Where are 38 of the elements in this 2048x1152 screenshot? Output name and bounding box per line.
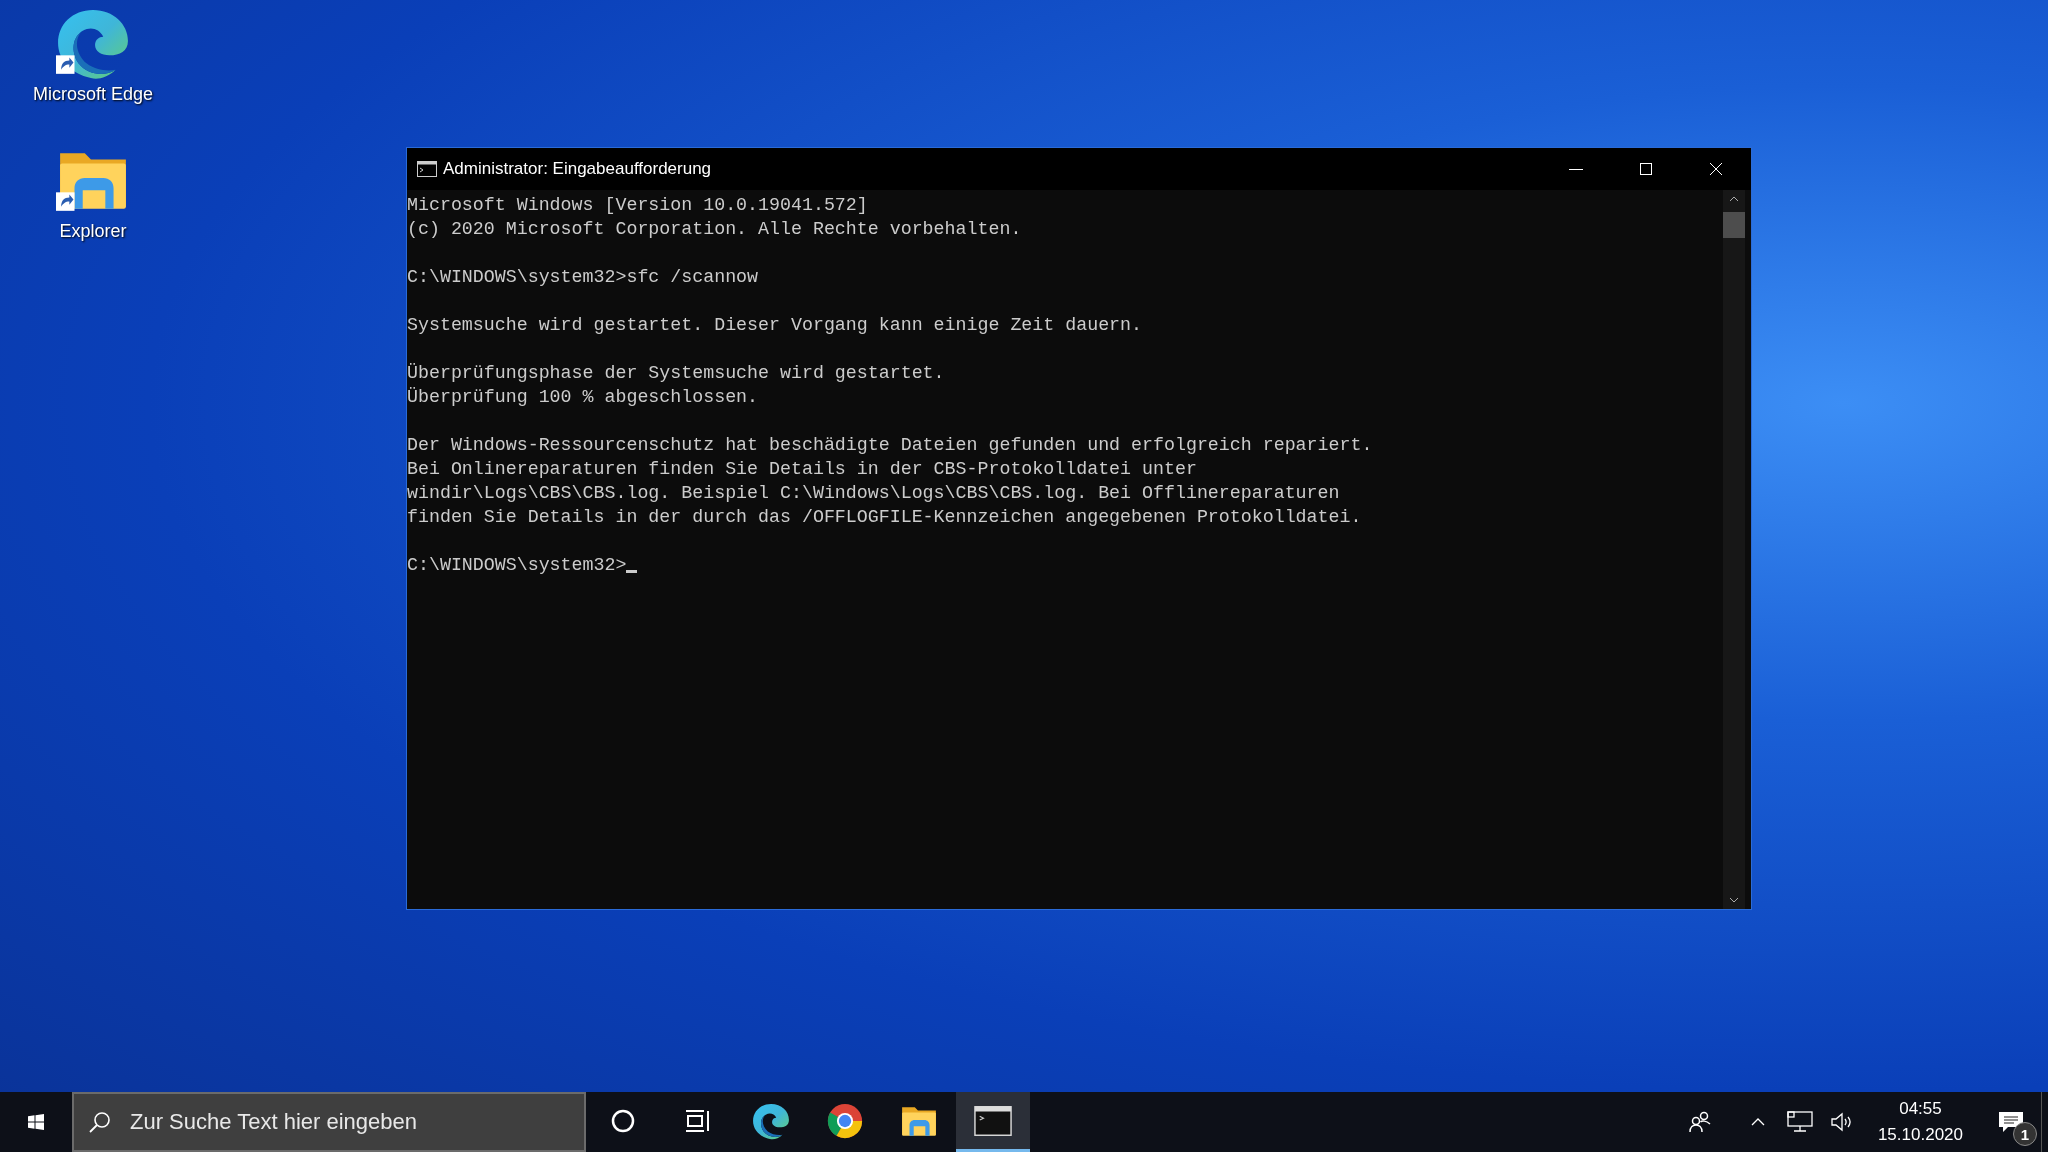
- console-line: windir\Logs\CBS\CBS.log. Beispiel C:\Windows\Logs\CBS\CBS.log. Bei Offlinereparaturen: [407, 482, 1341, 505]
- text-cursor: [626, 570, 638, 573]
- console-line: Überprüfungsphase der Systemsuche wird gestartet.: [407, 362, 946, 385]
- search-icon: [88, 1110, 112, 1134]
- search-field[interactable]: Zur Suche Text hier eingeben: [72, 1092, 586, 1152]
- console-line: Bei Onlinereparaturen finden Sie Details in der CBS-Protokolldatei unter: [407, 458, 1198, 481]
- console-line: Überprüfung 100 % abgeschlossen.: [407, 386, 760, 409]
- shortcut-label: Microsoft Edge: [32, 84, 154, 105]
- notification-badge: 1: [2013, 1122, 2037, 1146]
- people-icon: [1687, 1110, 1712, 1134]
- clock[interactable]: 04:55 15.10.2020: [1859, 1092, 1981, 1152]
- console-line: Systemsuche wird gestartet. Dieser Vorgang kann einige Zeit dauern.: [407, 314, 1144, 337]
- console-line: finden Sie Details in der durch das /OFFLOGFILE-Kennzeichen angegebenen Protokolldatei.: [407, 506, 1363, 529]
- console-line: C:\WINDOWS\system32>sfc /scannow: [407, 266, 760, 289]
- scrollbar-thumb[interactable]: [1723, 212, 1745, 238]
- console-prompt: C:\WINDOWS\system32>: [407, 554, 627, 577]
- volume-icon: [1829, 1110, 1854, 1134]
- clock-date: 15.10.2020: [1877, 1124, 1963, 1146]
- desktop-shortcut[interactable]: Explorer: [18, 143, 168, 242]
- chrome-icon: [826, 1101, 864, 1140]
- close-icon: [1708, 161, 1724, 177]
- chevron-up-icon: [1750, 1118, 1765, 1126]
- browser-icon: [752, 1101, 790, 1140]
- clock-time: 04:55: [1899, 1098, 1942, 1120]
- shortcut-label: Explorer: [59, 221, 127, 242]
- window-title: Administrator: Eingabeaufforderung: [443, 159, 712, 179]
- console-line: Der Windows-Ressourcenschutz hat beschädigte Dateien gefunden und erfolgreich repariert.: [407, 434, 1374, 457]
- minimize-icon: [1569, 168, 1583, 170]
- console-taskbar-button[interactable]: [956, 1092, 1030, 1152]
- windows-logo-icon: [28, 1114, 44, 1130]
- console-icon: [417, 161, 437, 177]
- console-line: Microsoft Windows [Version 10.0.19041.572]: [407, 194, 869, 217]
- scrollbar[interactable]: [1723, 190, 1745, 909]
- desktop-shortcut[interactable]: Microsoft Edge: [18, 6, 168, 105]
- maximize-icon: [1638, 161, 1654, 177]
- console-line: (c) 2020 Microsoft Corporation. Alle Rechte vorbehalten.: [407, 218, 1023, 241]
- notification-button[interactable]: 1: [1981, 1092, 2041, 1152]
- network-icon: [1786, 1110, 1813, 1134]
